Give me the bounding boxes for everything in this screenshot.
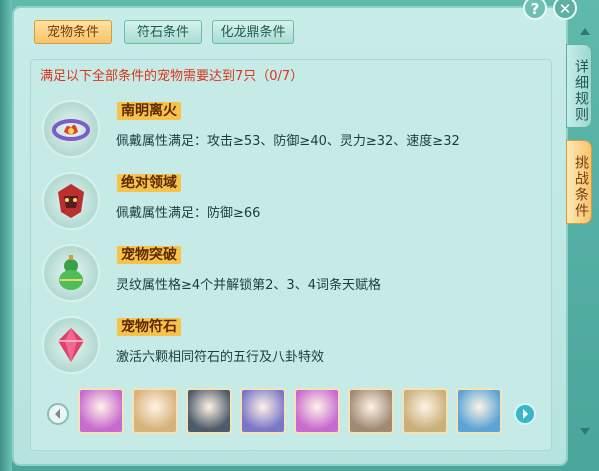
chevron-right-icon [523, 409, 528, 419]
condition-desc: 佩戴属性满足：防御≥66 [116, 206, 261, 221]
pet-portrait-4[interactable] [240, 388, 286, 434]
tab-pet-conditions[interactable]: 宠物条件 [34, 20, 112, 44]
side-tab-detailed-rules[interactable]: 详细规则 [566, 44, 592, 128]
side-tab-challenge-conditions[interactable]: 挑战条件 [566, 140, 592, 224]
pet-portrait-5[interactable] [294, 388, 340, 434]
tab-rune-conditions[interactable]: 符石条件 [124, 20, 202, 44]
pet-portrait-strip [78, 388, 510, 440]
pet-portrait-1[interactable] [78, 388, 124, 434]
condition-title: 宠物突破 [117, 246, 181, 264]
condition-desc: 佩戴属性满足：攻击≥53、防御≥40、灵力≥32、速度≥32 [116, 134, 460, 149]
scroll-down-arrow-icon[interactable] [580, 428, 590, 435]
flame-ring-icon [42, 100, 100, 158]
chevron-left-icon [55, 409, 60, 419]
condition-title: 南明离火 [117, 102, 181, 120]
condition-desc: 灵纹属性格≥4个并解锁第2、3、4词条天赋格 [116, 278, 381, 293]
condition-item: 宠物突破 灵纹属性格≥4个并解锁第2、3、4词条天赋格 [42, 242, 522, 306]
close-button[interactable]: ✕ [553, 0, 577, 20]
condition-title: 宠物符石 [117, 318, 181, 336]
gem-icon [42, 316, 100, 374]
pet-portrait-6[interactable] [348, 388, 394, 434]
pet-portrait-8[interactable] [456, 388, 502, 434]
gourd-icon [42, 244, 100, 302]
condition-item: 宠物符石 激活六颗相同符石的五行及八卦特效 [42, 314, 522, 378]
demon-shield-icon [42, 172, 100, 230]
pet-portrait-2[interactable] [132, 388, 178, 434]
pet-next-button[interactable] [514, 403, 536, 425]
pet-portrait-7[interactable] [402, 388, 448, 434]
left-edge-decoration [0, 0, 12, 471]
pet-portrait-3[interactable] [186, 388, 232, 434]
condition-title: 绝对领域 [117, 174, 181, 192]
pet-prev-button[interactable] [47, 403, 69, 425]
condition-desc: 激活六颗相同符石的五行及八卦特效 [116, 350, 325, 365]
condition-item: 绝对领域 佩戴属性满足：防御≥66 [42, 170, 522, 234]
condition-item: 南明离火 佩戴属性满足：攻击≥53、防御≥40、灵力≥32、速度≥32 [42, 98, 522, 162]
scroll-up-arrow-icon[interactable] [580, 28, 590, 35]
summary-requirement: 满足以下全部条件的宠物需要达到7只（0/7） [40, 69, 304, 84]
tab-dragon-cauldron-conditions[interactable]: 化龙鼎条件 [212, 20, 294, 44]
